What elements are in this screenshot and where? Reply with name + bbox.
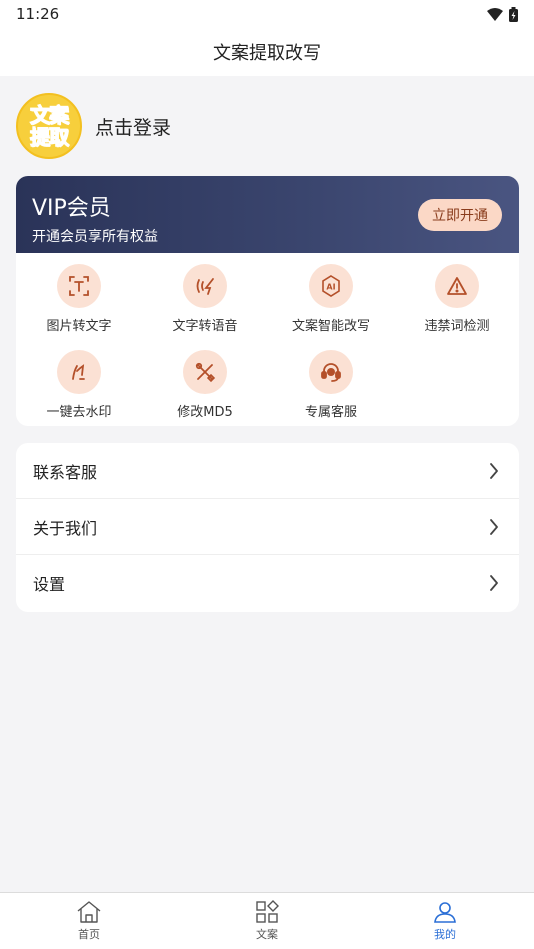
- feature-label: 文字转语音: [172, 319, 238, 334]
- page-title: 文案提取改写: [213, 43, 321, 64]
- status-bar: 11:26: [0, 0, 534, 28]
- tools-icon: [183, 350, 227, 394]
- feature-banned-words[interactable]: 违禁词检测: [394, 264, 519, 334]
- wifi-icon: [487, 7, 503, 21]
- battery-icon: [509, 6, 518, 22]
- menu-list: 联系客服 关于我们 设置: [16, 443, 519, 612]
- grid-icon: [256, 900, 279, 923]
- home-icon: [77, 901, 101, 923]
- menu-item-label: 关于我们: [33, 518, 98, 538]
- feature-ai-rewrite[interactable]: AI 文案智能改写: [268, 264, 394, 334]
- user-icon: [434, 902, 456, 923]
- headset-icon: [309, 350, 353, 394]
- vip-card: VIP会员 开通会员享所有权益 立即开通 图片转文字 文字转语音 AI 文案智能…: [16, 176, 519, 426]
- avatar-text-line2: 提取: [30, 125, 70, 149]
- tab-label: 我的: [434, 928, 456, 941]
- tab-mine[interactable]: 我的: [356, 893, 534, 949]
- feature-remove-watermark[interactable]: 一键去水印: [16, 350, 142, 420]
- open-vip-button[interactable]: 立即开通: [418, 199, 502, 231]
- bottom-tab-bar: 首页 文案 我的: [0, 892, 534, 949]
- menu-item-label: 设置: [33, 575, 66, 594]
- feature-modify-md5[interactable]: 修改MD5: [142, 350, 268, 420]
- status-icons: [487, 6, 518, 22]
- feature-label: 图片转文字: [46, 319, 112, 334]
- menu-item-contact-service[interactable]: 联系客服: [16, 443, 519, 499]
- feature-label: 文案智能改写: [291, 319, 370, 334]
- feature-text-to-speech[interactable]: 文字转语音: [142, 264, 268, 334]
- image-to-text-icon: [57, 264, 101, 308]
- tab-home[interactable]: 首页: [0, 893, 178, 949]
- chevron-right-icon: [490, 462, 498, 479]
- menu-item-about-us[interactable]: 关于我们: [16, 499, 519, 555]
- warning-icon: [435, 264, 479, 308]
- feature-image-to-text[interactable]: 图片转文字: [16, 264, 142, 334]
- vip-title: VIP会员: [32, 196, 111, 221]
- svg-text:AI: AI: [326, 283, 335, 292]
- menu-item-label: 联系客服: [33, 462, 98, 482]
- feature-label: 修改MD5: [177, 405, 233, 420]
- avatar-text-line1: 文案: [30, 103, 70, 127]
- vip-banner: VIP会员 开通会员享所有权益 立即开通: [16, 176, 519, 253]
- feature-label: 违禁词检测: [424, 319, 490, 334]
- menu-item-settings[interactable]: 设置: [16, 555, 519, 611]
- feature-label: 专属客服: [304, 405, 357, 420]
- tab-copywriting[interactable]: 文案: [178, 893, 356, 949]
- feature-grid: 图片转文字 文字转语音 AI 文案智能改写 违禁词检测 一键去水印 修改MD5 …: [16, 253, 519, 426]
- watermark-remove-icon: [57, 350, 101, 394]
- avatar[interactable]: 文案 提取: [16, 93, 82, 159]
- vip-subtitle: 开通会员享所有权益: [32, 229, 158, 245]
- feature-label: 一键去水印: [46, 405, 112, 420]
- tab-label: 首页: [78, 928, 100, 941]
- chevron-right-icon: [490, 518, 498, 535]
- title-bar: 文案提取改写: [0, 28, 534, 76]
- profile-section[interactable]: 文案 提取 点击登录: [16, 93, 171, 159]
- ai-rewrite-icon: AI: [309, 264, 353, 308]
- login-link[interactable]: 点击登录: [95, 113, 171, 140]
- chevron-right-icon: [490, 575, 498, 591]
- text-to-speech-icon: [183, 264, 227, 308]
- feature-customer-service[interactable]: 专属客服: [268, 350, 394, 420]
- status-time: 11:26: [16, 5, 60, 23]
- tab-label: 文案: [256, 928, 278, 941]
